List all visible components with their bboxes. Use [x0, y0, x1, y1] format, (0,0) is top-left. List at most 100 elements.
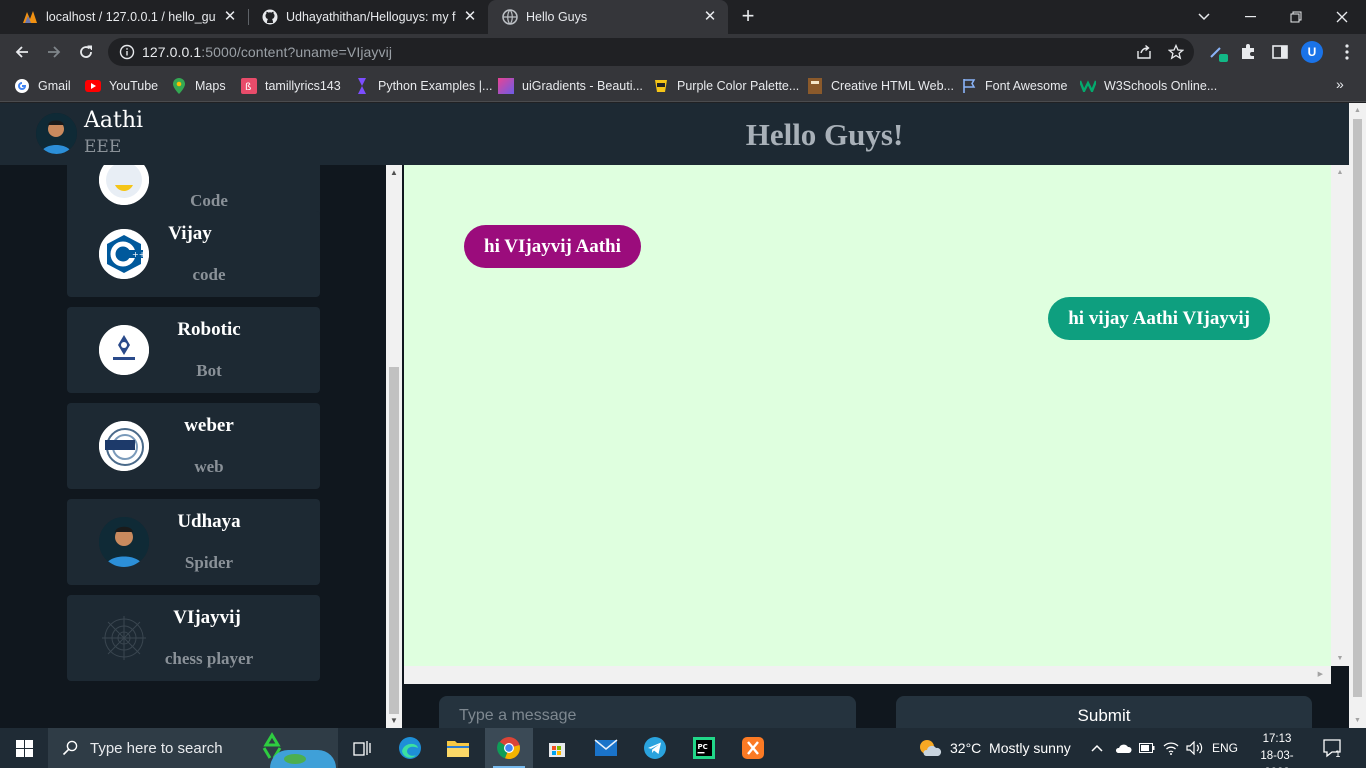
- task-view-icon[interactable]: [338, 728, 386, 768]
- chrome-taskbar-icon[interactable]: [485, 728, 533, 768]
- bookmark-creative-html[interactable]: Creative HTML Web...: [807, 77, 954, 95]
- phpmyadmin-icon: [22, 9, 38, 25]
- page-title: Hello Guys!: [745, 117, 904, 152]
- minimize-icon[interactable]: [1227, 0, 1273, 34]
- bookmark-label: W3Schools Online...: [1104, 79, 1218, 93]
- scroll-down-arrow-icon[interactable]: ▼: [389, 716, 399, 725]
- chat-horizontal-scrollbar[interactable]: ▶: [404, 666, 1331, 684]
- contact-card[interactable]: Udhaya Spider: [67, 499, 320, 585]
- bookmark-label: Creative HTML Web...: [831, 79, 954, 93]
- scrollbar-thumb[interactable]: [389, 367, 399, 714]
- bookmark-maps[interactable]: Maps: [171, 77, 226, 95]
- github-icon: [262, 9, 278, 25]
- clock-time: 17:13: [1262, 733, 1292, 745]
- tab-hello-guys[interactable]: Hello Guys ✕: [488, 0, 728, 34]
- python-logo-icon: [99, 165, 149, 205]
- scrollbar-thumb[interactable]: [1353, 119, 1362, 697]
- back-arrow-icon[interactable]: [8, 38, 36, 66]
- language-indicator[interactable]: ENG: [1212, 728, 1238, 768]
- bookmark-uigradients[interactable]: uiGradients - Beauti...: [498, 77, 643, 95]
- contact-card[interactable]: weber web: [67, 403, 320, 489]
- tab-search-icon[interactable]: [1181, 0, 1227, 34]
- scroll-up-arrow-icon[interactable]: ▲: [1335, 169, 1345, 176]
- bookmark-python-examples[interactable]: Python Examples |...: [354, 77, 492, 95]
- wifi-icon[interactable]: [1163, 728, 1179, 768]
- contact-list-scrollbar[interactable]: ▲ ▼: [386, 165, 402, 728]
- contact-card[interactable]: ++ Vijay code: [67, 211, 320, 297]
- youtube-icon: [85, 78, 101, 94]
- battery-icon[interactable]: [1139, 728, 1155, 768]
- bookmark-label: Purple Color Palette...: [677, 79, 800, 93]
- edge-icon[interactable]: [386, 728, 434, 768]
- tab-phpmyadmin[interactable]: localhost / 127.0.0.1 / hello_guys ✕: [8, 0, 248, 34]
- tab-title: Udhayathithan/Helloguys: my first: [286, 10, 456, 24]
- info-icon[interactable]: [119, 44, 135, 60]
- forward-arrow-icon[interactable]: [40, 38, 68, 66]
- scroll-down-arrow-icon[interactable]: ▼: [1335, 655, 1345, 662]
- clock[interactable]: 17:13 18-03-2023: [1250, 731, 1304, 768]
- received-message: hi VIjayvij Aathi: [464, 225, 641, 268]
- chrome-menu-icon[interactable]: [1337, 42, 1357, 62]
- app-header: Aathi EEE Hello Guys!: [0, 103, 1349, 165]
- tab-github[interactable]: Udhayathithan/Helloguys: my first ✕: [248, 0, 488, 34]
- close-icon[interactable]: ✕: [462, 9, 478, 25]
- side-panel-icon[interactable]: [1270, 42, 1290, 62]
- notification-count: 1: [1335, 750, 1341, 758]
- svg-text:PC: PC: [698, 743, 708, 751]
- svg-text:ß: ß: [245, 82, 251, 93]
- contact-card[interactable]: VIjayvij chess player: [67, 595, 320, 681]
- bookmark-label: YouTube: [109, 79, 159, 93]
- bookmark-font-awesome[interactable]: Font Awesome: [961, 77, 1067, 95]
- google-icon: [14, 78, 30, 94]
- show-hidden-icons-icon[interactable]: [1091, 728, 1103, 768]
- bookmark-label: Maps: [195, 79, 226, 93]
- chat-vertical-scrollbar[interactable]: ▲ ▼: [1331, 165, 1349, 666]
- pycharm-icon[interactable]: PC: [680, 728, 728, 768]
- new-tab-button[interactable]: +: [737, 5, 759, 27]
- close-window-icon[interactable]: [1319, 0, 1365, 34]
- contact-card[interactable]: Robotic Bot: [67, 307, 320, 393]
- contact-list: Code ++ Vijay code Robotic Bot weber web: [0, 165, 386, 728]
- share-icon[interactable]: [1136, 44, 1152, 60]
- message-input[interactable]: [439, 696, 856, 728]
- restore-icon[interactable]: [1273, 0, 1319, 34]
- weather-widget[interactable]: 32°C Mostly sunny: [918, 728, 1071, 768]
- scroll-up-arrow-icon[interactable]: ▲: [1353, 106, 1362, 115]
- person-photo-icon: [99, 517, 149, 567]
- taskbar-search-box[interactable]: Type here to search: [48, 728, 338, 768]
- close-icon[interactable]: ✕: [702, 9, 718, 25]
- color-picker-extension-icon[interactable]: [1208, 42, 1228, 62]
- scroll-down-arrow-icon[interactable]: ▼: [1353, 716, 1362, 725]
- bookmark-w3schools[interactable]: W3Schools Online...: [1080, 77, 1217, 95]
- extensions-puzzle-icon[interactable]: [1238, 42, 1258, 62]
- bookmark-gmail[interactable]: Gmail: [14, 77, 71, 95]
- mail-icon[interactable]: [582, 728, 630, 768]
- microsoft-store-icon[interactable]: [533, 728, 581, 768]
- file-explorer-icon[interactable]: [434, 728, 482, 768]
- speaker-icon[interactable]: [1186, 728, 1204, 768]
- bookmark-tamillyrics[interactable]: ß tamillyrics143: [241, 77, 341, 95]
- profile-avatar[interactable]: U: [1301, 41, 1323, 63]
- submit-button[interactable]: Submit: [896, 696, 1312, 728]
- close-icon[interactable]: ✕: [222, 9, 238, 25]
- reload-icon[interactable]: [72, 38, 100, 66]
- url-host: 127.0.0.1: [142, 44, 202, 60]
- page-scrollbar[interactable]: ▲ ▼: [1349, 103, 1366, 728]
- bookmark-youtube[interactable]: YouTube: [85, 77, 158, 95]
- address-bar[interactable]: 127.0.0.1:5000/content?uname=VIjayvij: [108, 38, 1194, 66]
- scroll-right-arrow-icon[interactable]: ▶: [1318, 670, 1323, 678]
- telegram-icon[interactable]: [631, 728, 679, 768]
- windows-start-icon[interactable]: [0, 728, 48, 768]
- flag-icon: [961, 78, 977, 94]
- clock-date: 18-03-2023: [1260, 750, 1294, 768]
- notification-center-icon[interactable]: 1: [1322, 728, 1344, 768]
- contact-role: Spider: [184, 553, 234, 572]
- bookmark-label: Gmail: [38, 79, 71, 93]
- xampp-icon[interactable]: [729, 728, 777, 768]
- onedrive-cloud-icon[interactable]: [1114, 728, 1132, 768]
- star-icon[interactable]: [1167, 43, 1185, 60]
- chat-window: hi VIjayvij Aathi hi vijay Aathi VIjayvi…: [404, 165, 1331, 666]
- bookmark-purple-palette[interactable]: Purple Color Palette...: [653, 77, 799, 95]
- scroll-up-arrow-icon[interactable]: ▲: [389, 168, 399, 177]
- bookmarks-more-button[interactable]: »: [1336, 76, 1344, 92]
